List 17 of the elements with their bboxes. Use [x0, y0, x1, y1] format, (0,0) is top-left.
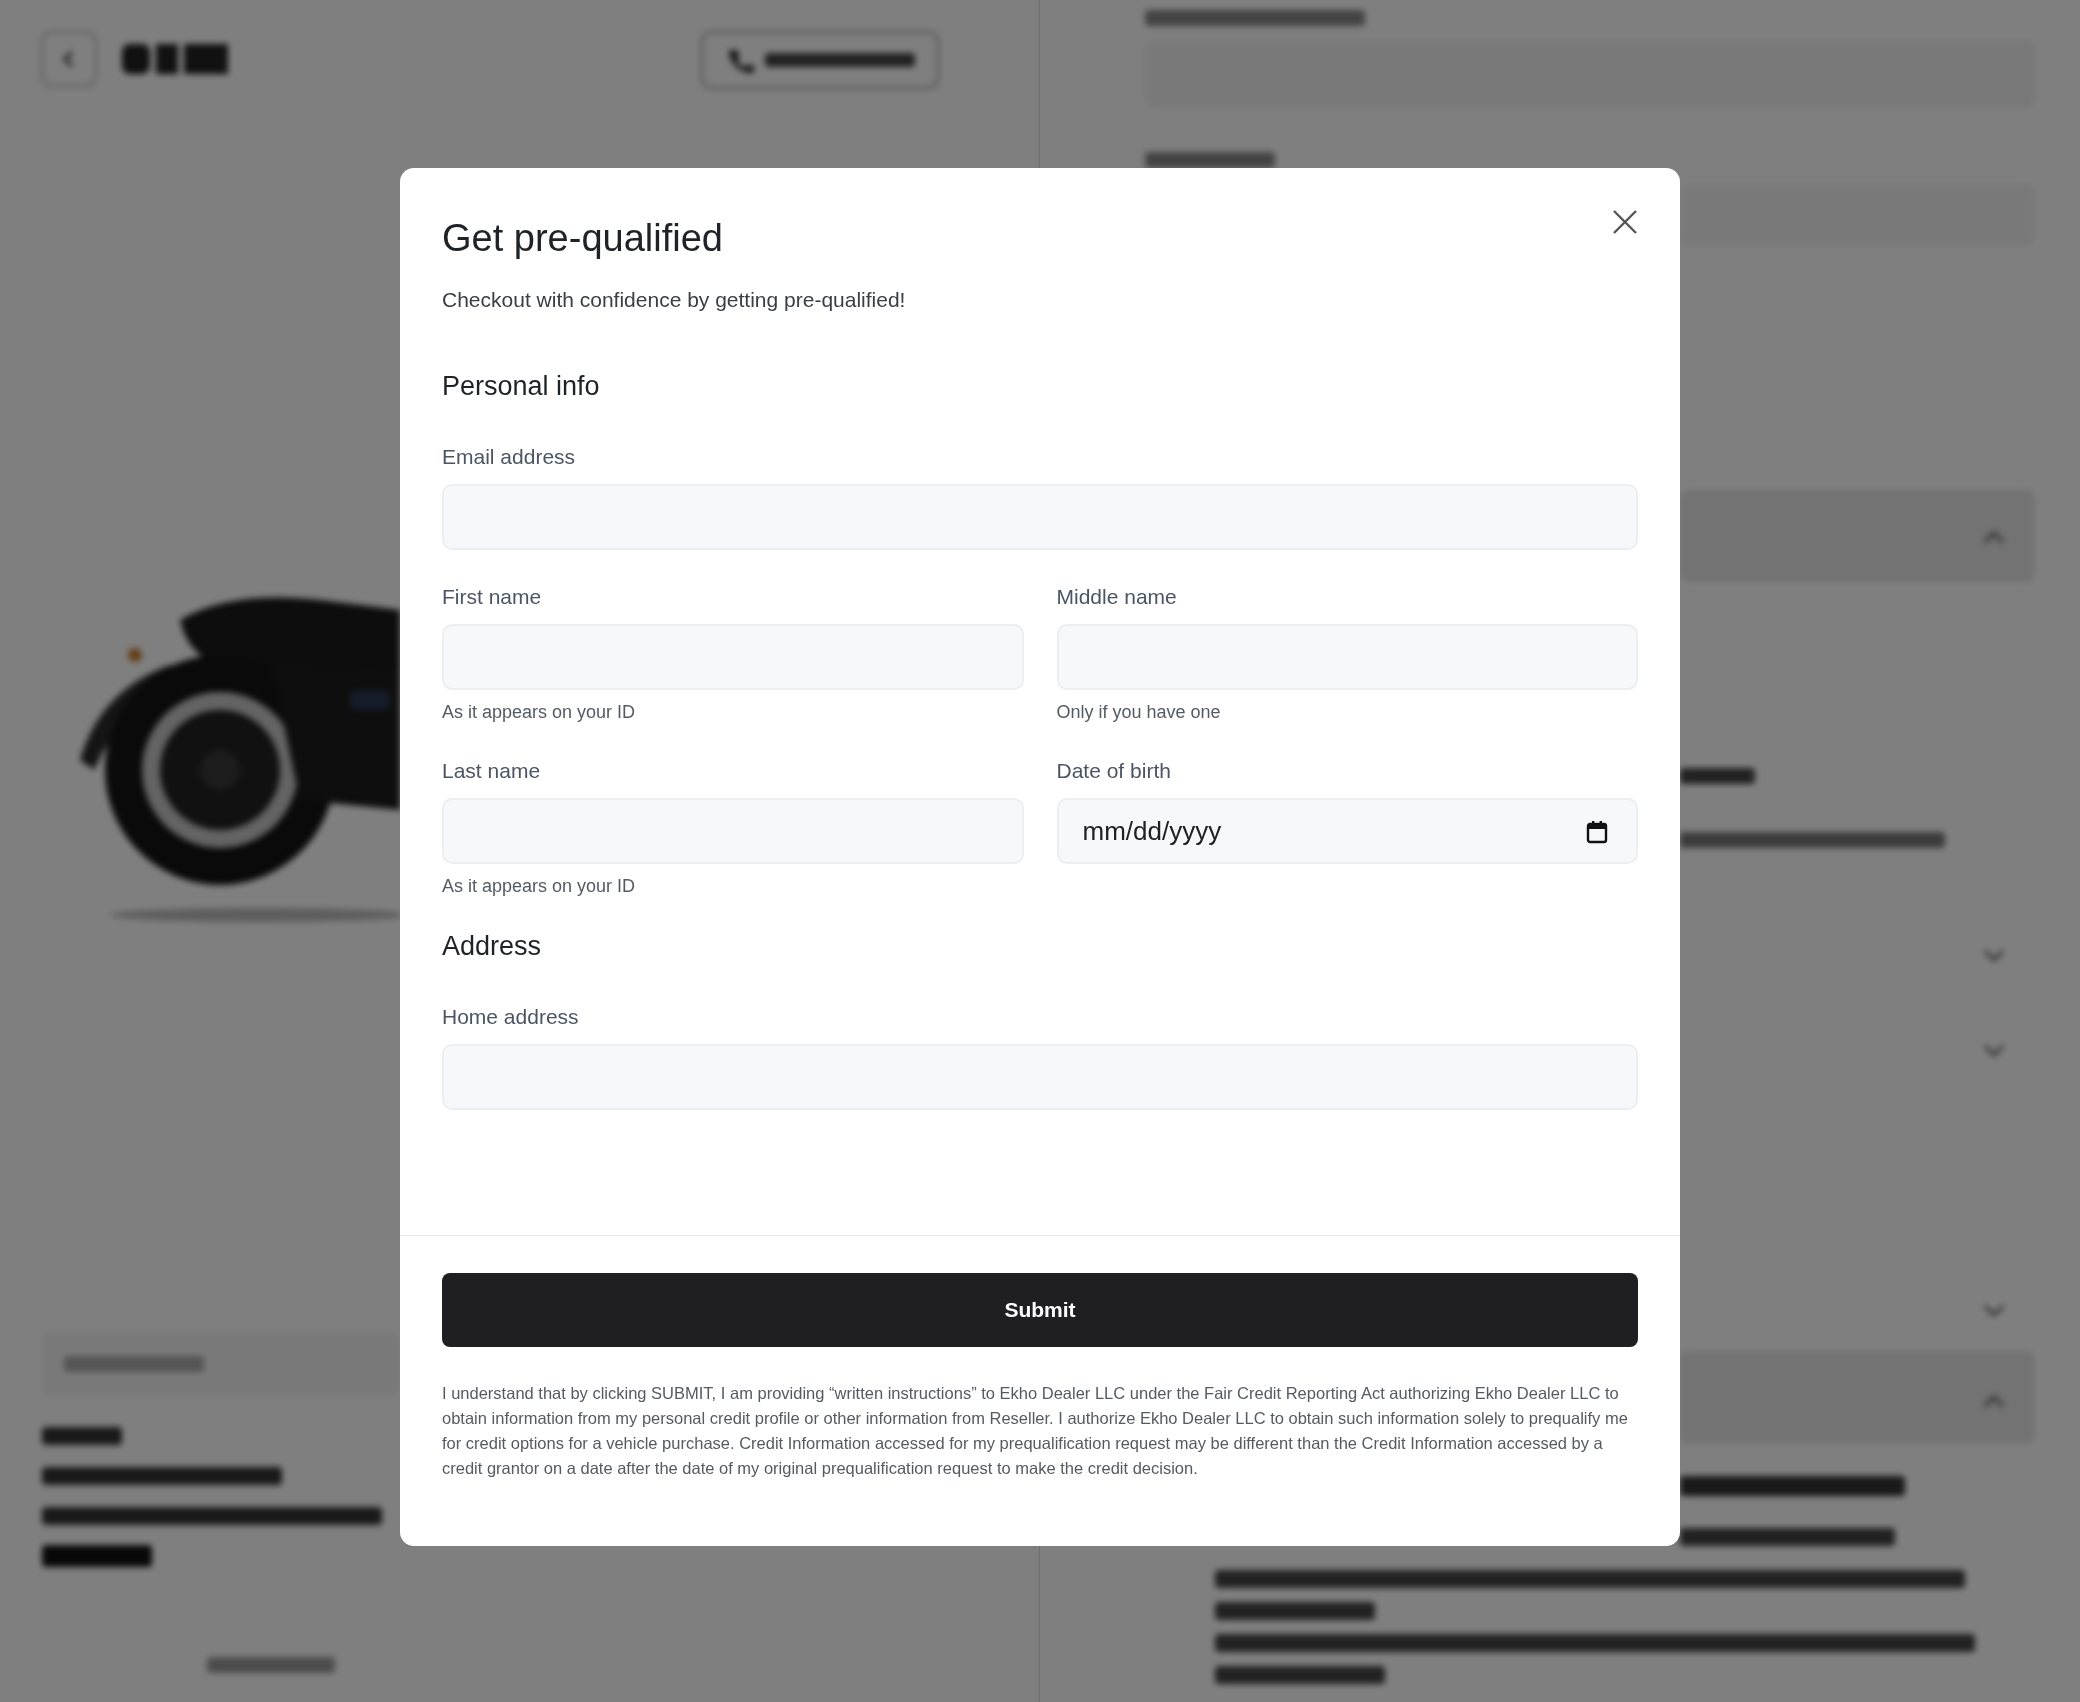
helper-text: Only if you have one: [1056, 701, 1222, 724]
dialog-title: Get pre-qualified: [442, 216, 723, 261]
field-label: Date of birth: [1056, 758, 1172, 784]
field-label: Middle name: [1056, 584, 1178, 610]
helper-text: As it appears on your ID: [442, 701, 637, 724]
submit-button[interactable]: Submit: [442, 1273, 1638, 1347]
section-heading: Address: [442, 930, 543, 962]
field-label: Last name: [442, 758, 542, 784]
field-label: Email address: [442, 444, 577, 470]
field-label: Home address: [442, 1004, 580, 1030]
helper-text: As it appears on your ID: [442, 875, 637, 898]
legal-disclaimer: I understand that by clicking SUBMIT, I am providing “written instructions” to Ekho Dealer LLC under the Fair Credit Reporting Act authorizing Ekho Dealer LLC to obtain information from my personal credit profile or other information from Reseller. I authorize Ekho Dealer LLC to obtain such information solely to prequalify me for credit options for a vehicle purchase. Credit Information accessed for my prequalification request may be different than the Credit Information accessed by a credit grantor on a date after the date of my original prequalification request to make the credit decision.: [442, 1383, 1629, 1479]
date-field[interactable]: mm/dd/yyyy: [1056, 798, 1638, 864]
section-heading: Personal info: [442, 370, 601, 402]
dialog-subtitle: Checkout with confidence by getting pre-qualified!: [442, 287, 907, 313]
field-label: First name: [442, 584, 543, 610]
calendar-icon[interactable]: [1586, 820, 1608, 844]
